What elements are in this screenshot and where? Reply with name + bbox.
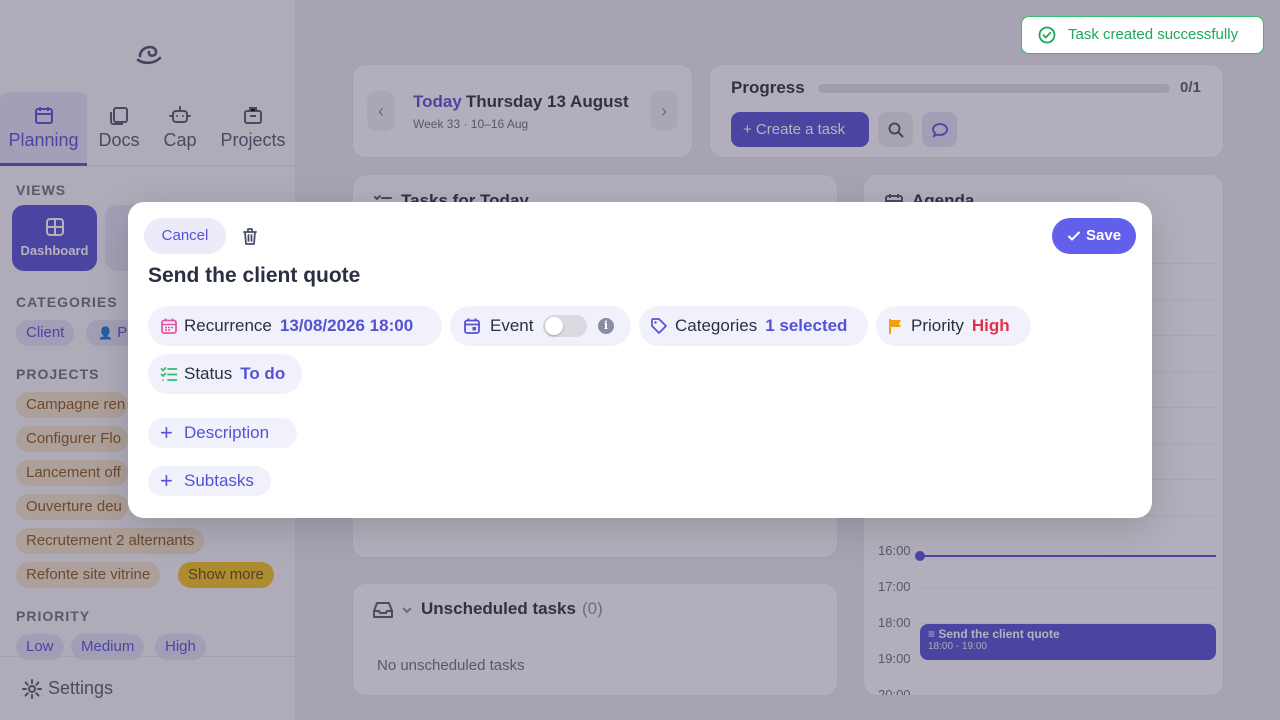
subtasks-label: Subtasks xyxy=(184,471,254,490)
save-button[interactable]: Save xyxy=(1052,218,1136,254)
status-label: Status xyxy=(184,364,233,383)
flag-icon xyxy=(889,319,901,334)
recurrence-label: Recurrence xyxy=(184,316,272,335)
categories-label: Categories xyxy=(675,316,758,335)
task-title[interactable]: Send the client quote xyxy=(148,264,360,288)
calendar-event-icon xyxy=(464,318,480,334)
success-toast: Task created successfully xyxy=(1021,16,1264,54)
categories-field[interactable]: Categories 1 selected xyxy=(639,306,868,346)
add-subtasks-button[interactable]: + Subtasks xyxy=(148,466,271,496)
tag-icon xyxy=(651,318,667,334)
check-circle-icon xyxy=(1038,26,1056,44)
add-description-button[interactable]: + Description xyxy=(148,418,297,448)
event-field: Event i xyxy=(450,306,631,346)
check-icon xyxy=(1068,231,1080,241)
recurrence-field[interactable]: Recurrence 13/08/2026 18:00 xyxy=(148,306,442,346)
priority-label: Priority xyxy=(911,316,964,335)
toggle-knob xyxy=(545,317,563,335)
plus-icon: + xyxy=(160,468,173,493)
save-label: Save xyxy=(1086,227,1122,244)
toast-message: Task created successfully xyxy=(1068,26,1239,43)
event-toggle[interactable] xyxy=(543,315,587,337)
status-list-icon xyxy=(160,367,178,381)
info-icon[interactable]: i xyxy=(598,318,614,334)
event-label: Event xyxy=(490,316,534,335)
description-label: Description xyxy=(184,423,270,442)
priority-value: High xyxy=(971,316,1010,335)
cancel-button[interactable]: Cancel xyxy=(144,218,226,254)
status-field[interactable]: Status To do xyxy=(148,354,302,394)
status-value: To do xyxy=(240,364,286,383)
calendar-icon xyxy=(161,318,177,334)
recurrence-value: 13/08/2026 18:00 xyxy=(279,316,414,335)
priority-field[interactable]: Priority High xyxy=(876,306,1031,346)
categories-value: 1 selected xyxy=(765,316,848,335)
trash-icon[interactable] xyxy=(240,226,260,246)
task-edit-modal: Cancel Save Send the client quote Recurr… xyxy=(128,202,1152,518)
plus-icon: + xyxy=(160,420,173,445)
